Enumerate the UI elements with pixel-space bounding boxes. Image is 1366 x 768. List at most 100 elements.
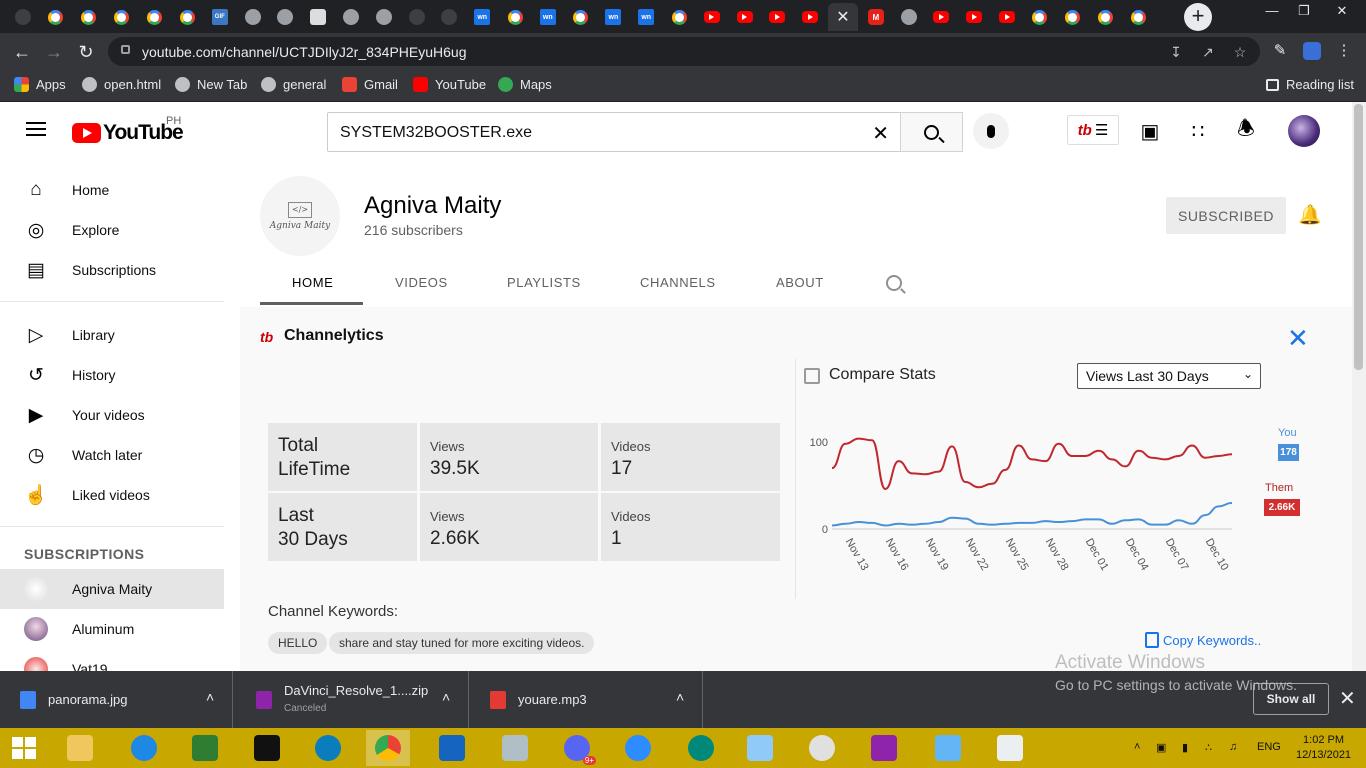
guide-menu-icon[interactable] <box>26 122 46 136</box>
sidebar-item-explore[interactable]: ◎ Explore <box>0 210 224 250</box>
edge-icon[interactable] <box>306 730 350 766</box>
browser-tab[interactable] <box>1058 3 1088 31</box>
sidebar-item-history[interactable]: ↺ History <box>0 355 224 395</box>
browser-tab[interactable] <box>926 3 956 31</box>
restore-button[interactable]: ❐ <box>1288 0 1320 24</box>
browser-tab[interactable] <box>369 3 399 31</box>
browser-tab[interactable] <box>402 3 432 31</box>
subscribed-button[interactable]: SUBSCRIBED <box>1166 197 1286 234</box>
tab-playlists[interactable]: PLAYLISTS <box>507 275 581 290</box>
reading-list[interactable]: Reading list <box>1266 77 1354 92</box>
bookmark-item[interactable]: New Tab <box>175 77 247 92</box>
browser-tab[interactable] <box>336 3 366 31</box>
browser-tab[interactable]: M <box>861 3 891 31</box>
install-app-icon[interactable]: ↧ <box>1166 42 1186 62</box>
apps-grid-icon[interactable]: ∷ <box>1184 117 1212 145</box>
menu-kebab-icon[interactable]: ⋮ <box>1332 39 1356 63</box>
bookmark-item[interactable]: open.html <box>82 77 161 92</box>
search-button[interactable] <box>900 112 963 152</box>
browser-tab[interactable] <box>730 3 760 31</box>
sidebar-item-home[interactable]: ⌂ Home <box>0 170 224 210</box>
language-indicator[interactable]: ENG <box>1257 741 1281 753</box>
browser-tab[interactable] <box>270 3 300 31</box>
browser-tab[interactable]: wn <box>598 3 628 31</box>
tab-videos[interactable]: VIDEOS <box>395 275 448 290</box>
minimize-button[interactable]: — <box>1256 0 1288 24</box>
tab-home[interactable]: HOME <box>292 275 333 290</box>
browser-tab[interactable]: wn <box>533 3 563 31</box>
subscription-item[interactable]: Vat19 <box>0 649 224 671</box>
browser-tab[interactable] <box>697 3 727 31</box>
browser-tab[interactable] <box>500 3 530 31</box>
tray-volume-icon[interactable]: ♫ <box>1229 741 1237 753</box>
forward-arrow-icon[interactable]: → <box>41 39 67 65</box>
globe-app-icon[interactable] <box>679 730 723 766</box>
browser-tab[interactable] <box>762 3 792 31</box>
close-channelytics-icon[interactable]: ✕ <box>1287 325 1309 351</box>
browser-tab[interactable] <box>566 3 596 31</box>
chevron-up-icon[interactable]: ˄ <box>206 689 214 705</box>
chevron-up-icon[interactable]: ˄ <box>442 689 450 705</box>
window-app-icon[interactable] <box>926 730 970 766</box>
tab-about[interactable]: ABOUT <box>776 275 824 290</box>
subscription-item[interactable]: Agniva Maity <box>0 569 224 609</box>
photos-icon[interactable] <box>493 730 537 766</box>
profile-icon[interactable] <box>1300 39 1324 63</box>
search-input[interactable]: SYSTEM32BOOSTER.exe ✕ <box>327 112 901 152</box>
tab-channels[interactable]: CHANNELS <box>640 275 716 290</box>
terminal-icon[interactable] <box>245 730 289 766</box>
defender-shield-icon[interactable] <box>430 730 474 766</box>
window-close-button[interactable]: ✕ <box>1320 0 1364 24</box>
sidebar-item-library[interactable]: ▷ Library <box>0 315 224 355</box>
notification-bell-icon[interactable]: 🔔 <box>1298 203 1322 227</box>
tubebuddy-menu-button[interactable]: tb ☰ <box>1067 115 1119 145</box>
copy-keywords-link[interactable]: Copy Keywords.. <box>1145 632 1261 648</box>
url-text[interactable]: youtube.com/channel/UCTJDIlyJ2r_834PHEyu… <box>142 44 467 60</box>
zoom-icon[interactable] <box>616 730 660 766</box>
sidebar-item-liked-videos[interactable]: ☝ Liked videos <box>0 475 224 515</box>
download-item[interactable]: youare.mp3 ˄ <box>470 671 703 728</box>
bookmark-item[interactable]: Apps <box>14 77 66 92</box>
browser-tab[interactable]: ✕ <box>828 3 858 31</box>
keyword-chip[interactable]: HELLO <box>268 632 328 654</box>
tray-battery-icon[interactable]: ▮ <box>1182 741 1188 754</box>
file-explorer-icon[interactable] <box>58 730 102 766</box>
voice-search-button[interactable] <box>973 113 1009 149</box>
paint-icon[interactable] <box>800 730 844 766</box>
channel-search-icon[interactable] <box>886 275 902 291</box>
bookmark-item[interactable]: Maps <box>498 77 552 92</box>
browser-tab[interactable] <box>664 3 694 31</box>
chevron-up-icon[interactable]: ˄ <box>676 689 684 705</box>
document-app-icon[interactable] <box>988 730 1032 766</box>
taskbar-clock[interactable]: 1:02 PM 12/13/2021 <box>1296 733 1351 763</box>
browser-tab[interactable] <box>8 3 38 31</box>
tab-close-icon[interactable]: ✕ <box>836 7 849 27</box>
tray-wifi-icon[interactable]: ∴ <box>1205 741 1212 754</box>
subscription-item[interactable]: Aluminum <box>0 609 224 649</box>
new-tab-button[interactable]: + <box>1184 3 1212 31</box>
download-item[interactable]: panorama.jpg ˄ <box>0 671 233 728</box>
browser-tab[interactable] <box>106 3 136 31</box>
browser-tab[interactable]: wn <box>467 3 497 31</box>
browser-tab[interactable] <box>1025 3 1055 31</box>
browser-tab[interactable] <box>41 3 71 31</box>
internet-explorer-icon[interactable] <box>122 730 166 766</box>
browser-tab[interactable] <box>795 3 825 31</box>
compare-stats-select[interactable]: Views Last 30 Days ⌄ <box>1077 363 1261 389</box>
discord-icon[interactable]: 9+ <box>555 730 599 766</box>
account-avatar[interactable] <box>1288 115 1320 147</box>
channel-avatar[interactable]: </> Agniva Maity <box>260 176 340 256</box>
browser-tab[interactable] <box>139 3 169 31</box>
notifications-bell-icon[interactable]: 🕭 <box>1232 117 1260 145</box>
start-windows-icon[interactable] <box>2 730 46 766</box>
browser-tab[interactable] <box>959 3 989 31</box>
browser-tab[interactable] <box>434 3 464 31</box>
browser-tab[interactable] <box>172 3 202 31</box>
share-icon[interactable]: ↗ <box>1198 42 1218 62</box>
create-video-icon[interactable]: ▣ <box>1136 117 1164 145</box>
winrar-icon[interactable] <box>862 730 906 766</box>
sidebar-item-your-videos[interactable]: ▶ Your videos <box>0 395 224 435</box>
browser-tab[interactable] <box>303 3 333 31</box>
search-query[interactable]: SYSTEM32BOOSTER.exe <box>340 124 532 142</box>
download-item[interactable]: DaVinci_Resolve_1....zip Canceled ˄ <box>236 671 469 728</box>
